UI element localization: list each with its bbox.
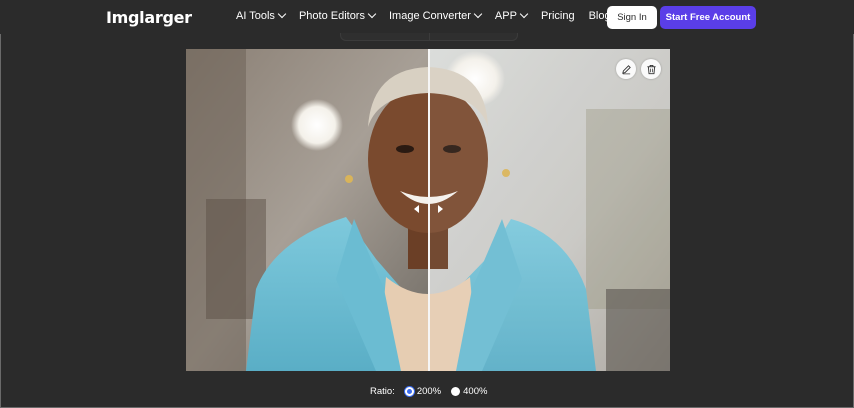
mode-tabs-edge	[340, 33, 518, 41]
arrow-right-icon	[438, 205, 443, 213]
chevron-down-icon	[367, 9, 377, 19]
ratio-200-radio[interactable]	[404, 387, 414, 396]
nav-label: Image Converter	[388, 10, 471, 22]
nav-label: Pricing	[540, 10, 575, 22]
trash-icon	[646, 64, 656, 74]
chevron-down-icon	[519, 9, 529, 19]
arrow-left-icon	[414, 205, 419, 213]
nav-ai-tools[interactable]: AI Tools	[236, 9, 287, 22]
ratio-400-label[interactable]: 400%	[463, 386, 487, 397]
nav-app[interactable]: APP	[494, 9, 529, 22]
sign-in-button[interactable]: Sign In	[607, 6, 657, 29]
chevron-down-icon	[277, 9, 287, 19]
ratio-label: Ratio:	[370, 386, 395, 397]
pencil-icon	[621, 64, 631, 74]
ratio-200-label[interactable]: 200%	[417, 386, 441, 397]
nav-label: AI Tools	[236, 10, 275, 22]
nav-pricing[interactable]: Pricing	[541, 10, 575, 22]
delete-button[interactable]	[641, 59, 661, 79]
nav-photo-editors[interactable]: Photo Editors	[298, 9, 377, 22]
ratio-selector: Ratio: 200% 400%	[370, 386, 487, 397]
nav-label: APP	[494, 10, 517, 22]
nav-label: Photo Editors	[298, 10, 365, 22]
main-nav: AI Tools Photo Editors Image Converter A…	[236, 9, 625, 22]
chevron-down-icon	[473, 9, 483, 19]
nav-image-converter[interactable]: Image Converter	[388, 9, 483, 22]
top-navigation-bar: Imglarger AI Tools Photo Editors Image C…	[0, 0, 854, 34]
start-free-account-button[interactable]: Start Free Account	[660, 6, 756, 29]
ratio-400-radio[interactable]	[451, 387, 461, 396]
edit-button[interactable]	[616, 59, 636, 79]
comparison-slider-handle[interactable]	[428, 49, 430, 371]
imglarger-logo[interactable]: Imglarger	[106, 8, 192, 27]
